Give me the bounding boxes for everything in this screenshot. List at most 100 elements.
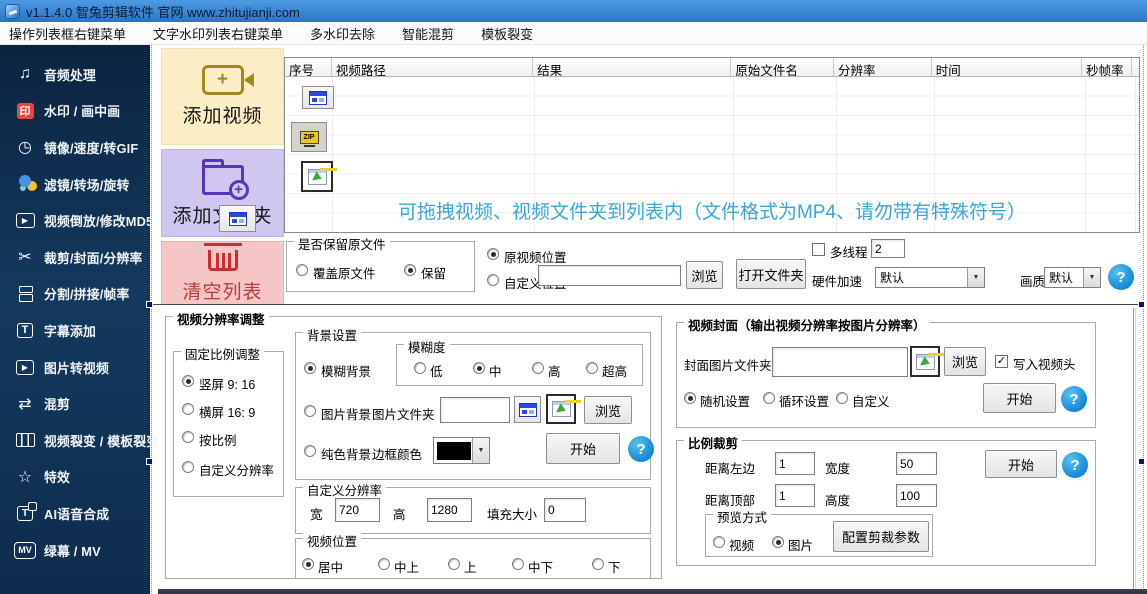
hw-accel-select[interactable]: 默认 [875,267,985,288]
crop-left-input[interactable]: 1 [775,452,815,475]
menu-item-template-fission[interactable]: 模板裂变 [481,24,533,43]
column-header-fps[interactable]: 秒帧率 [1082,58,1132,77]
sidebar-item-ai-voice[interactable]: T AI语音合成 [0,495,150,532]
window-dialog-button[interactable] [219,205,256,232]
crop-top-input[interactable]: 1 [775,484,815,507]
radio-position-mid-bottom[interactable] [512,558,524,570]
start-crop-button[interactable]: 开始 [985,450,1057,478]
sidebar-item-subtitle[interactable]: T 字幕添加 [0,312,150,349]
browse-image-folder-button[interactable]: 浏览 [584,396,632,424]
sidebar-item-audio[interactable]: ♫ 音频处理 [0,56,150,93]
help-icon-crop[interactable] [1062,452,1088,478]
add-video-button[interactable]: + 添加视频 [161,48,284,145]
radio-blur-ultra[interactable] [586,362,598,374]
sidebar: ♫ 音频处理 印 水印 / 画中画 ◷ 镜像/速度/转GIF 滤镜/转场/旋转 … [0,45,150,594]
radio-by-ratio[interactable] [182,431,194,443]
padding-size-input[interactable]: 0 [544,498,586,522]
sidebar-item-video-fission[interactable]: 视频裂变 / 模板裂变 [0,422,150,459]
radio-position-mid-top[interactable] [378,558,390,570]
menubar: 操作列表框右键菜单 文字水印列表右键菜单 多水印去除 智能混剪 模板裂变 [0,22,1147,45]
zip-drive-button[interactable]: ZIP [291,122,327,152]
sidebar-item-reverse-md5[interactable]: ▶ 视频倒放/修改MD5 [0,202,150,239]
write-header-checkbox[interactable] [995,355,1008,368]
quality-select[interactable]: 默认 [1044,267,1101,288]
sidebar-item-greenscreen-mv[interactable]: MV 绿幕 / MV [0,532,150,569]
border-color-select[interactable] [433,437,490,464]
sidebar-item-watermark[interactable]: 印 水印 / 画中画 [0,93,150,130]
radio-portrait-9-16[interactable] [182,375,194,387]
split-merge-icon [13,284,37,304]
radio-blur-medium[interactable] [473,362,485,374]
sidebar-item-crop-cover-resolution[interactable]: ✂ 裁剪/封面/分辨率 [0,239,150,276]
menu-item-list-context[interactable]: 操作列表框右键菜单 [9,24,126,43]
sidebar-item-mix-cut[interactable]: ⇄ 混剪 [0,385,150,422]
help-icon-options[interactable] [1108,264,1134,290]
radio-position-center[interactable] [302,558,314,570]
column-header-filename[interactable]: 原始文件名 [731,58,834,77]
radio-custom-location[interactable] [487,274,499,286]
app-logo-icon [5,4,20,19]
help-icon-resolution[interactable] [628,436,654,462]
crop-width-input[interactable]: 50 [896,452,937,475]
radio-cover-loop[interactable] [763,392,775,404]
radio-blur-background[interactable] [304,362,316,374]
start-resolution-button[interactable]: 开始 [546,433,620,464]
mv-greenscreen-icon: MV [13,540,37,560]
radio-preview-video[interactable] [713,536,725,548]
cover-folder-send-button[interactable] [910,346,940,377]
custom-height-input[interactable]: 1280 [427,498,472,522]
column-header-path[interactable]: 视频路径 [332,58,533,77]
radio-custom-resolution[interactable] [182,461,194,473]
sidebar-item-split-merge-fps[interactable]: 分割/拼接/帧率 [0,276,150,313]
radio-original-location[interactable] [487,248,499,260]
zip-drive-icon: ZIP [300,131,319,144]
radio-position-top[interactable] [448,558,460,570]
start-cover-button[interactable]: 开始 [983,383,1056,413]
radio-image-background[interactable] [304,405,316,417]
custom-width-input[interactable]: 720 [335,498,380,522]
cover-folder-input[interactable] [772,347,908,377]
radio-keep-original[interactable] [404,264,416,276]
column-header-index[interactable]: 序号 [285,58,332,77]
radio-landscape-16-9[interactable] [182,403,194,415]
send-to-window-button[interactable] [301,161,333,192]
dropdown-arrow-icon[interactable] [967,268,984,287]
column-header-result[interactable]: 结果 [533,58,731,77]
radio-overwrite-original[interactable] [296,264,308,276]
image-folder-input[interactable] [440,397,510,423]
radio-preview-image[interactable] [772,536,784,548]
radio-cover-custom[interactable] [836,392,848,404]
column-header-time[interactable]: 时间 [932,58,1082,77]
crop-height-input[interactable]: 100 [896,484,937,507]
column-header-resolution[interactable]: 分辨率 [834,58,932,77]
sidebar-item-image-to-video[interactable]: ▶ 图片转视频 [0,349,150,386]
window-dialog-button-2[interactable] [302,86,334,109]
designer-handle [1138,301,1145,308]
drag-hint-text: 可拖拽视频、视频文件夹到列表内（文件格式为MP4、请勿带有特殊符号） [290,197,1134,224]
sidebar-item-mirror-speed-gif[interactable]: ◷ 镜像/速度/转GIF [0,129,150,166]
clear-list-button[interactable]: 清空列表 [161,241,284,305]
menu-item-smart-mix[interactable]: 智能混剪 [402,24,454,43]
radio-cover-random[interactable] [684,392,696,404]
open-folder-button[interactable]: 打开文件夹 [736,259,806,289]
menu-item-multi-watermark-remove[interactable]: 多水印去除 [310,24,375,43]
dropdown-arrow-icon[interactable] [1083,268,1100,287]
multithread-input[interactable]: 2 [871,239,905,258]
radio-blur-low[interactable] [414,362,426,374]
dropdown-arrow-icon[interactable] [472,438,489,463]
titlebar[interactable]: v1.1.4.0 智兔剪辑软件 官网 www.zhitujianji.com [0,0,1147,22]
help-icon-cover[interactable] [1061,386,1087,412]
image-folder-dialog-button[interactable] [514,396,541,423]
custom-location-input[interactable] [538,265,681,286]
radio-position-bottom[interactable] [592,558,604,570]
radio-blur-high[interactable] [532,362,544,374]
image-folder-send-button[interactable] [546,394,576,424]
browse-cover-folder-button[interactable]: 浏览 [944,347,986,376]
browse-location-button[interactable]: 浏览 [686,261,723,289]
radio-solid-background[interactable] [304,445,316,457]
menu-item-text-watermark-context[interactable]: 文字水印列表右键菜单 [153,24,283,43]
sidebar-item-filter-transition[interactable]: 滤镜/转场/旋转 [0,166,150,203]
sidebar-item-effects[interactable]: ☆ 特效 [0,459,150,496]
configure-crop-params-button[interactable]: 配置剪裁参数 [833,521,929,552]
multithread-checkbox[interactable] [812,243,825,256]
